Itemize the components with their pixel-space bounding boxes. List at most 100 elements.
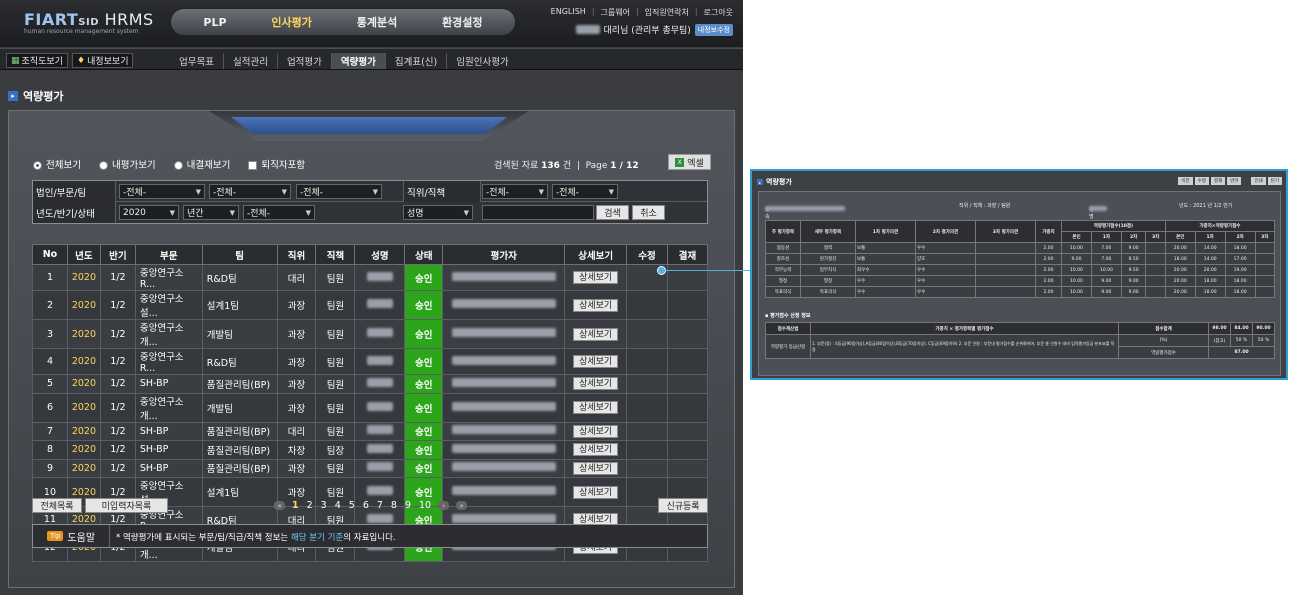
radio-my-approval[interactable]: 내결재보기 [173,157,230,171]
table-row[interactable]: 3 2020 1/2 중앙연구소 개... 개발팀 과장 팀원 승인 상세보기 [32,319,709,349]
col-no[interactable]: No [32,244,68,265]
select-team[interactable]: -전체- ▼ [296,184,382,199]
popup-print-button[interactable]: 인쇄 [1251,177,1266,185]
page-link[interactable]: 5 [349,500,355,511]
checkbox-include-retired[interactable]: 퇴직자포함 [248,157,305,171]
new-entry-button[interactable]: 신규등록 [658,498,708,513]
detail-button[interactable]: 상세보기 [573,443,619,457]
popup-reject-button[interactable]: 반려 [1227,177,1242,185]
cell-edit[interactable] [626,421,668,441]
popup-edit-button[interactable]: 수정 [1194,177,1209,185]
cell-edit[interactable] [626,348,668,375]
page-link[interactable]: 7 [377,500,383,511]
last-page-icon[interactable]: » [456,501,468,510]
select-year[interactable]: 2020 ▼ [119,205,179,220]
detail-button[interactable]: 상세보기 [573,485,619,499]
popup-close-button[interactable]: 닫기 [1267,177,1282,185]
detail-button[interactable]: 상세보기 [573,298,619,312]
cell-edit[interactable] [626,319,668,349]
subnav-summary[interactable]: 집계표(신) [386,53,448,69]
subnav-goals[interactable]: 업무목표 [170,53,224,69]
col-year[interactable]: 년도 [66,244,101,265]
table-row[interactable]: 9 2020 1/2 SH-BP 품질관리팀(BP) 과장 팀원 승인 상세보기 [32,458,709,478]
link-groupware[interactable]: 그룹웨어 [601,7,630,18]
select-duty[interactable]: -전체- ▼ [552,184,618,199]
select-corporation[interactable]: -전체- ▼ [119,184,205,199]
unentered-list-button[interactable]: 미입력자목록 [85,498,168,513]
col-name[interactable]: 성명 [354,244,406,265]
edit-profile-badge[interactable]: 내정보수정 [694,23,733,36]
cancel-button[interactable]: 취소 [632,205,665,220]
col-division[interactable]: 부문 [134,244,203,265]
detail-button[interactable]: 상세보기 [573,377,619,391]
search-button[interactable]: 검색 [596,205,629,220]
radio-my-eval[interactable]: 내평가보기 [98,157,156,171]
popup-approve-button[interactable]: 결재 [1210,177,1226,185]
select-half[interactable]: 년간 ▼ [183,205,239,220]
cell-edit[interactable] [626,392,668,423]
detail-button[interactable]: 상세보기 [573,461,619,475]
page-link[interactable]: 6 [363,500,369,511]
page-link[interactable]: 2 [307,500,313,511]
cell-approval[interactable] [666,290,709,320]
cell-edit[interactable] [626,290,668,320]
col-position[interactable]: 직위 [276,244,317,265]
page-link[interactable]: 8 [391,500,397,511]
popup-prev-button[interactable]: 이전 [1178,177,1193,185]
org-chart-button[interactable]: ▦ 조직도보기 [6,53,68,68]
cell-approval[interactable] [666,440,709,460]
detail-button[interactable]: 상세보기 [573,424,619,438]
next-page-icon[interactable]: › [438,501,450,510]
table-row[interactable]: 7 2020 1/2 SH-BP 품질관리팀(BP) 대리 팀원 승인 상세보기 [32,421,709,441]
col-evaluator[interactable]: 평가자 [442,244,566,265]
excel-export-button[interactable]: X 엑셀 [668,154,711,170]
cell-approval[interactable] [666,458,709,478]
table-row[interactable]: 6 2020 1/2 중앙연구소 개... 개발팀 과장 팀원 승인 상세보기 [32,392,709,423]
search-input[interactable] [482,205,594,220]
select-search-field[interactable]: 성명 ▼ [403,205,473,220]
page-link[interactable]: 4 [335,500,341,511]
table-row[interactable]: 8 2020 1/2 SH-BP 품질관리팀(BP) 차장 팀장 승인 상세보기 [32,440,709,460]
subnav-competency-eval[interactable]: 역량평가 [331,53,386,69]
main-nav-appraisal[interactable]: 인사평가 [257,10,325,34]
detail-button[interactable]: 상세보기 [573,271,619,284]
main-nav-settings[interactable]: 환경설정 [428,10,496,34]
app-logo[interactable]: FIARTSID HRMS [24,10,154,29]
col-half[interactable]: 반기 [99,244,136,265]
subnav-achievement-eval[interactable]: 업적평가 [278,53,332,69]
page-link[interactable]: 10 [419,500,431,511]
col-duty[interactable]: 직책 [315,244,356,265]
table-row[interactable]: 1 2020 1/2 중앙연구소 R... R&D팀 대리 팀원 승인 상세보기 [32,264,709,291]
detail-button[interactable]: 상세보기 [573,327,619,341]
col-team[interactable]: 팀 [201,244,278,265]
select-status[interactable]: -전체- ▼ [243,205,315,220]
main-nav-statistics[interactable]: 통계분석 [343,10,411,34]
subnav-performance-mgmt[interactable]: 실적관리 [224,53,278,69]
radio-view-all[interactable]: 전체보기 [33,157,81,171]
detail-button[interactable]: 상세보기 [573,355,619,368]
cell-approval[interactable] [666,374,709,394]
cell-approval[interactable] [666,348,709,375]
link-english[interactable]: ENGLISH [551,7,586,18]
all-list-button[interactable]: 전체목록 [32,498,82,513]
select-position[interactable]: -전체- ▼ [482,184,548,199]
cell-approval[interactable] [666,264,709,291]
cell-edit[interactable] [626,458,668,478]
cell-edit[interactable] [626,440,668,460]
page-link[interactable]: 3 [321,500,327,511]
table-row[interactable]: 2 2020 1/2 중앙연구소 설... 설계1팀 과장 팀원 승인 상세보기 [32,290,709,320]
select-division[interactable]: -전체- ▼ [209,184,291,199]
link-contacts[interactable]: 임직원연락처 [645,7,689,18]
table-row[interactable]: 5 2020 1/2 SH-BP 품질관리팀(BP) 과장 팀원 승인 상세보기 [32,374,709,394]
subnav-executive-eval[interactable]: 임원인사평가 [447,53,517,69]
main-nav-plp[interactable]: PLP [189,12,240,33]
cell-approval[interactable] [666,319,709,349]
link-logout[interactable]: 로그아웃 [704,7,733,18]
cell-approval[interactable] [666,421,709,441]
cell-edit[interactable] [626,374,668,394]
page-link[interactable]: 9 [405,500,411,511]
cell-approval[interactable] [666,392,709,423]
col-status[interactable]: 상태 [404,244,444,265]
my-info-button[interactable]: ♦ 내정보보기 [72,53,134,68]
page-link[interactable]: 1 [292,500,299,511]
